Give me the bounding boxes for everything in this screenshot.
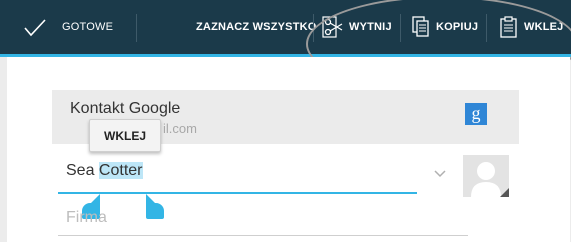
account-title: Kontakt Google bbox=[70, 100, 181, 117]
account-subtitle: il.com bbox=[163, 121, 197, 136]
company-input[interactable]: Firma bbox=[66, 209, 107, 227]
check-icon bbox=[24, 19, 46, 37]
company-underline bbox=[58, 235, 468, 236]
done-button[interactable]: GOTOWE bbox=[0, 0, 136, 54]
name-text: Sea bbox=[66, 162, 99, 179]
name-input[interactable]: Sea Cotter bbox=[66, 162, 143, 180]
paste-popup-button[interactable]: WKLEJ bbox=[89, 119, 161, 152]
select-all-label: ZAZNACZ WSZYSTKO bbox=[196, 21, 317, 33]
google-icon: g bbox=[465, 103, 487, 125]
chevron-down-icon[interactable] bbox=[434, 170, 446, 178]
selection-handle-right[interactable] bbox=[146, 203, 164, 219]
done-label: GOTOWE bbox=[62, 21, 114, 33]
name-underline bbox=[58, 192, 417, 194]
corner-indicator bbox=[500, 188, 509, 197]
paste-popup-label: WKLEJ bbox=[104, 128, 146, 143]
avatar[interactable] bbox=[463, 155, 509, 197]
separator bbox=[136, 14, 137, 42]
selected-text: Cotter bbox=[98, 162, 143, 179]
